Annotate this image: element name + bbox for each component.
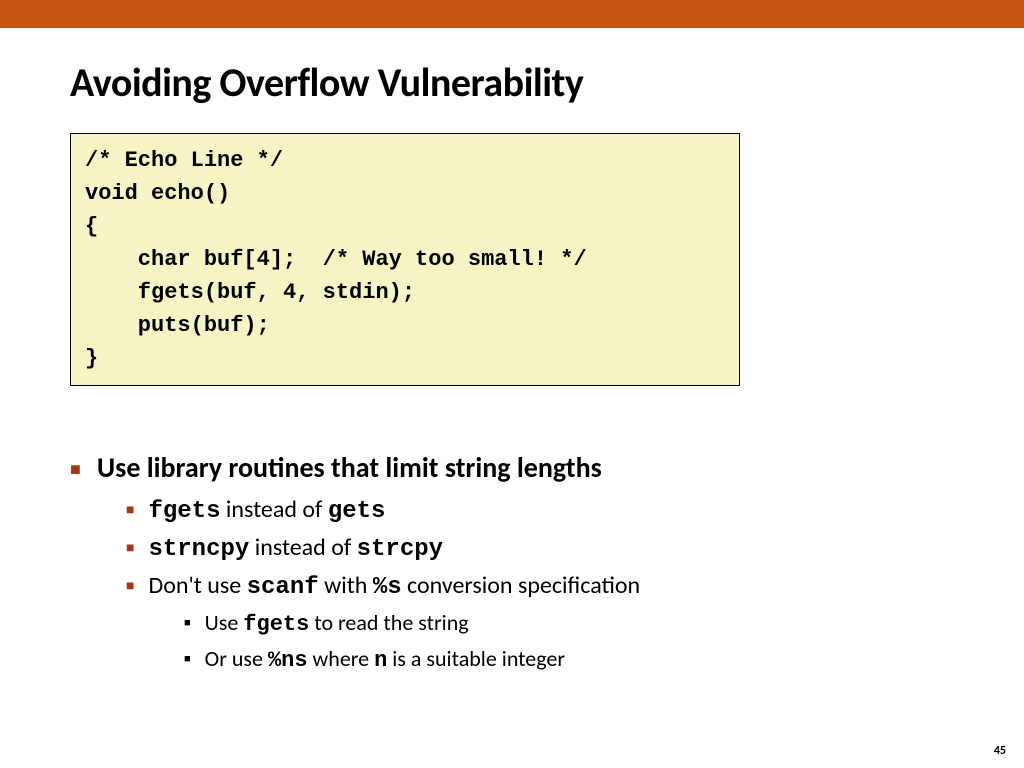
code-inline: %ns [268, 648, 308, 673]
slide-content: Avoiding Overflow Vulnerability /* Echo … [0, 28, 1024, 673]
text-span: instead of [220, 495, 327, 524]
text-span: where [308, 645, 375, 672]
code-inline: fgets [243, 612, 309, 637]
code-inline: gets [328, 498, 386, 525]
bullet-text: strncpy instead of strcpy [148, 533, 443, 563]
bullet-lvl2-scanf: ■ Don't use scanf with %s conversion spe… [126, 571, 954, 601]
bullet-text: Use library routines that limit string l… [97, 450, 602, 485]
top-accent-bar [0, 0, 1024, 28]
bullet-lvl2-fgets: ■ fgets instead of gets [126, 495, 954, 525]
text-span: Or use [205, 645, 268, 672]
square-bullet-icon: ■ [184, 652, 191, 665]
page-number: 45 [994, 744, 1006, 758]
text-span: Don't use [148, 571, 246, 600]
code-inline: strcpy [357, 536, 443, 563]
text-span: is a suitable integer [387, 645, 565, 672]
code-block: /* Echo Line */ void echo() { char buf[4… [70, 133, 740, 386]
bullet-lvl2-strncpy: ■ strncpy instead of strcpy [126, 533, 954, 563]
square-bullet-icon: ■ [126, 539, 134, 556]
square-bullet-icon: ■ [70, 458, 81, 480]
code-inline: scanf [247, 574, 319, 601]
text-span: instead of [249, 533, 356, 562]
text-span: conversion specification [402, 571, 641, 600]
slide-title: Avoiding Overflow Vulnerability [70, 58, 954, 107]
bullet-lvl3-use-ns: ■ Or use %ns where n is a suitable integ… [184, 645, 954, 673]
text-span: with [319, 571, 373, 600]
bullet-lvl3-use-fgets: ■ Use fgets to read the string [184, 609, 954, 637]
square-bullet-icon: ■ [184, 616, 191, 629]
bullet-text: Or use %ns where n is a suitable integer [205, 645, 565, 673]
text-span: to read the string [309, 609, 468, 636]
bullet-lvl1: ■ Use library routines that limit string… [70, 450, 954, 485]
bullet-text: fgets instead of gets [148, 495, 385, 525]
code-inline: fgets [148, 498, 220, 525]
square-bullet-icon: ■ [126, 501, 134, 518]
square-bullet-icon: ■ [126, 577, 134, 594]
code-inline: n [374, 648, 387, 673]
text-span: Use [205, 609, 244, 636]
bullet-text: Don't use scanf with %s conversion speci… [148, 571, 640, 601]
bullet-list: ■ Use library routines that limit string… [70, 450, 954, 673]
code-inline: %s [373, 574, 402, 601]
bullet-text: Use fgets to read the string [205, 609, 469, 637]
code-inline: strncpy [148, 536, 249, 563]
